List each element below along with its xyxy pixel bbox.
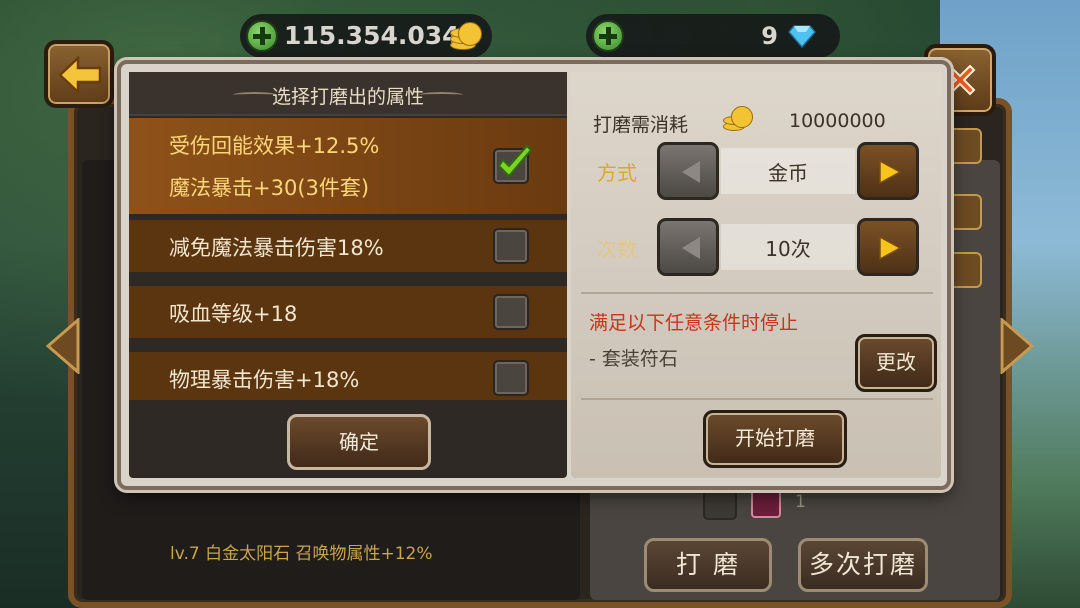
polish-attribute-dialog: 选择打磨出的属性 受伤回能效果+12.5% 魔法暴击+30(3件套) 减免魔法暴…	[117, 60, 951, 490]
stop-condition-title: 满足以下任意条件时停止	[589, 312, 799, 334]
gem-currency-bar: 9	[586, 14, 840, 58]
attribute-select-panel: 选择打磨出的属性 受伤回能效果+12.5% 魔法暴击+30(3件套) 减免魔法暴…	[129, 72, 567, 478]
attribute-option-3[interactable]: 吸血等级+18	[129, 286, 567, 338]
arrow-right-icon	[879, 159, 902, 185]
gold-amount: 115.354.034	[284, 21, 460, 50]
attribute-panel-header: 选择打磨出的属性	[129, 72, 567, 116]
divider	[581, 398, 933, 400]
attribute-option-line: 魔法暴击+30(3件套)	[169, 176, 370, 200]
mode-row: 方式 金币	[571, 142, 941, 202]
rune-description: lv.7 白金太阳石 召唤物属性+12%	[170, 544, 433, 564]
back-arrow-icon	[58, 56, 102, 94]
change-button[interactable]: 更改	[855, 334, 937, 392]
arrow-right-icon	[879, 235, 902, 261]
attribute-checkbox[interactable]	[493, 228, 529, 264]
count-label: 次数	[597, 237, 637, 261]
cost-value: 10000000	[789, 110, 886, 132]
book-icon[interactable]	[946, 194, 982, 230]
stop-condition-item: - 套装符石	[589, 348, 678, 370]
gold-coin-icon	[723, 104, 757, 134]
mode-label: 方式	[597, 161, 637, 185]
title-flourish-right	[419, 92, 463, 98]
background-checkbox	[703, 486, 737, 520]
gold-currency-bar: 115.354.034	[240, 14, 492, 58]
divider	[581, 292, 933, 294]
mode-prev-button[interactable]	[657, 142, 719, 200]
arrow-left-icon	[682, 237, 700, 259]
polish-settings-panel: 打磨需消耗 10000000 方式 金币 次数 10次 满足以下任意条件时停止 …	[571, 72, 941, 478]
attribute-option-line: 受伤回能效果+12.5%	[169, 134, 380, 158]
back-button[interactable]	[44, 40, 114, 108]
gold-coin-icon	[448, 20, 484, 52]
count-prev-button[interactable]	[657, 218, 719, 276]
attribute-option-line: 物理暴击伤害+18%	[169, 368, 360, 392]
confirm-button[interactable]: 确定	[287, 414, 431, 470]
attribute-option-1[interactable]: 受伤回能效果+12.5% 魔法暴击+30(3件套)	[129, 118, 567, 214]
cost-label: 打磨需消耗	[593, 114, 689, 136]
arrow-left-icon	[682, 161, 700, 183]
mode-value: 金币	[768, 161, 808, 185]
checkmark-icon	[497, 144, 533, 178]
add-gold-plus-icon[interactable]	[246, 20, 278, 52]
gem-amount: 9	[761, 22, 778, 50]
attribute-checkbox[interactable]	[493, 360, 529, 396]
count-row: 次数 10次	[571, 218, 941, 278]
polish-button[interactable]: 打 磨	[644, 538, 772, 592]
left-page-arrow-icon[interactable]	[44, 318, 84, 374]
right-page-arrow-icon[interactable]	[996, 318, 1036, 374]
info-icon[interactable]	[946, 128, 982, 164]
start-polish-button[interactable]: 开始打磨	[703, 410, 847, 468]
diamond-icon	[788, 25, 816, 48]
multi-polish-button[interactable]: 多次打磨	[798, 538, 928, 592]
scroll-icon	[751, 488, 781, 518]
attribute-panel-title: 选择打磨出的属性	[271, 86, 424, 108]
attribute-option-line: 吸血等级+18	[169, 302, 298, 326]
attribute-checkbox-checked[interactable]	[493, 144, 533, 184]
count-value: 10次	[765, 237, 811, 261]
scroll-count: 1	[795, 492, 806, 512]
attribute-option-line: 减免魔法暴击伤害18%	[169, 236, 384, 260]
count-next-button[interactable]	[857, 218, 919, 276]
attribute-checkbox[interactable]	[493, 294, 529, 330]
mode-next-button[interactable]	[857, 142, 919, 200]
attribute-option-2[interactable]: 减免魔法暴击伤害18%	[129, 220, 567, 272]
gem-tab-icon[interactable]	[946, 252, 982, 288]
add-gem-plus-icon[interactable]	[592, 20, 624, 52]
attribute-option-4[interactable]: 物理暴击伤害+18%	[129, 352, 567, 400]
